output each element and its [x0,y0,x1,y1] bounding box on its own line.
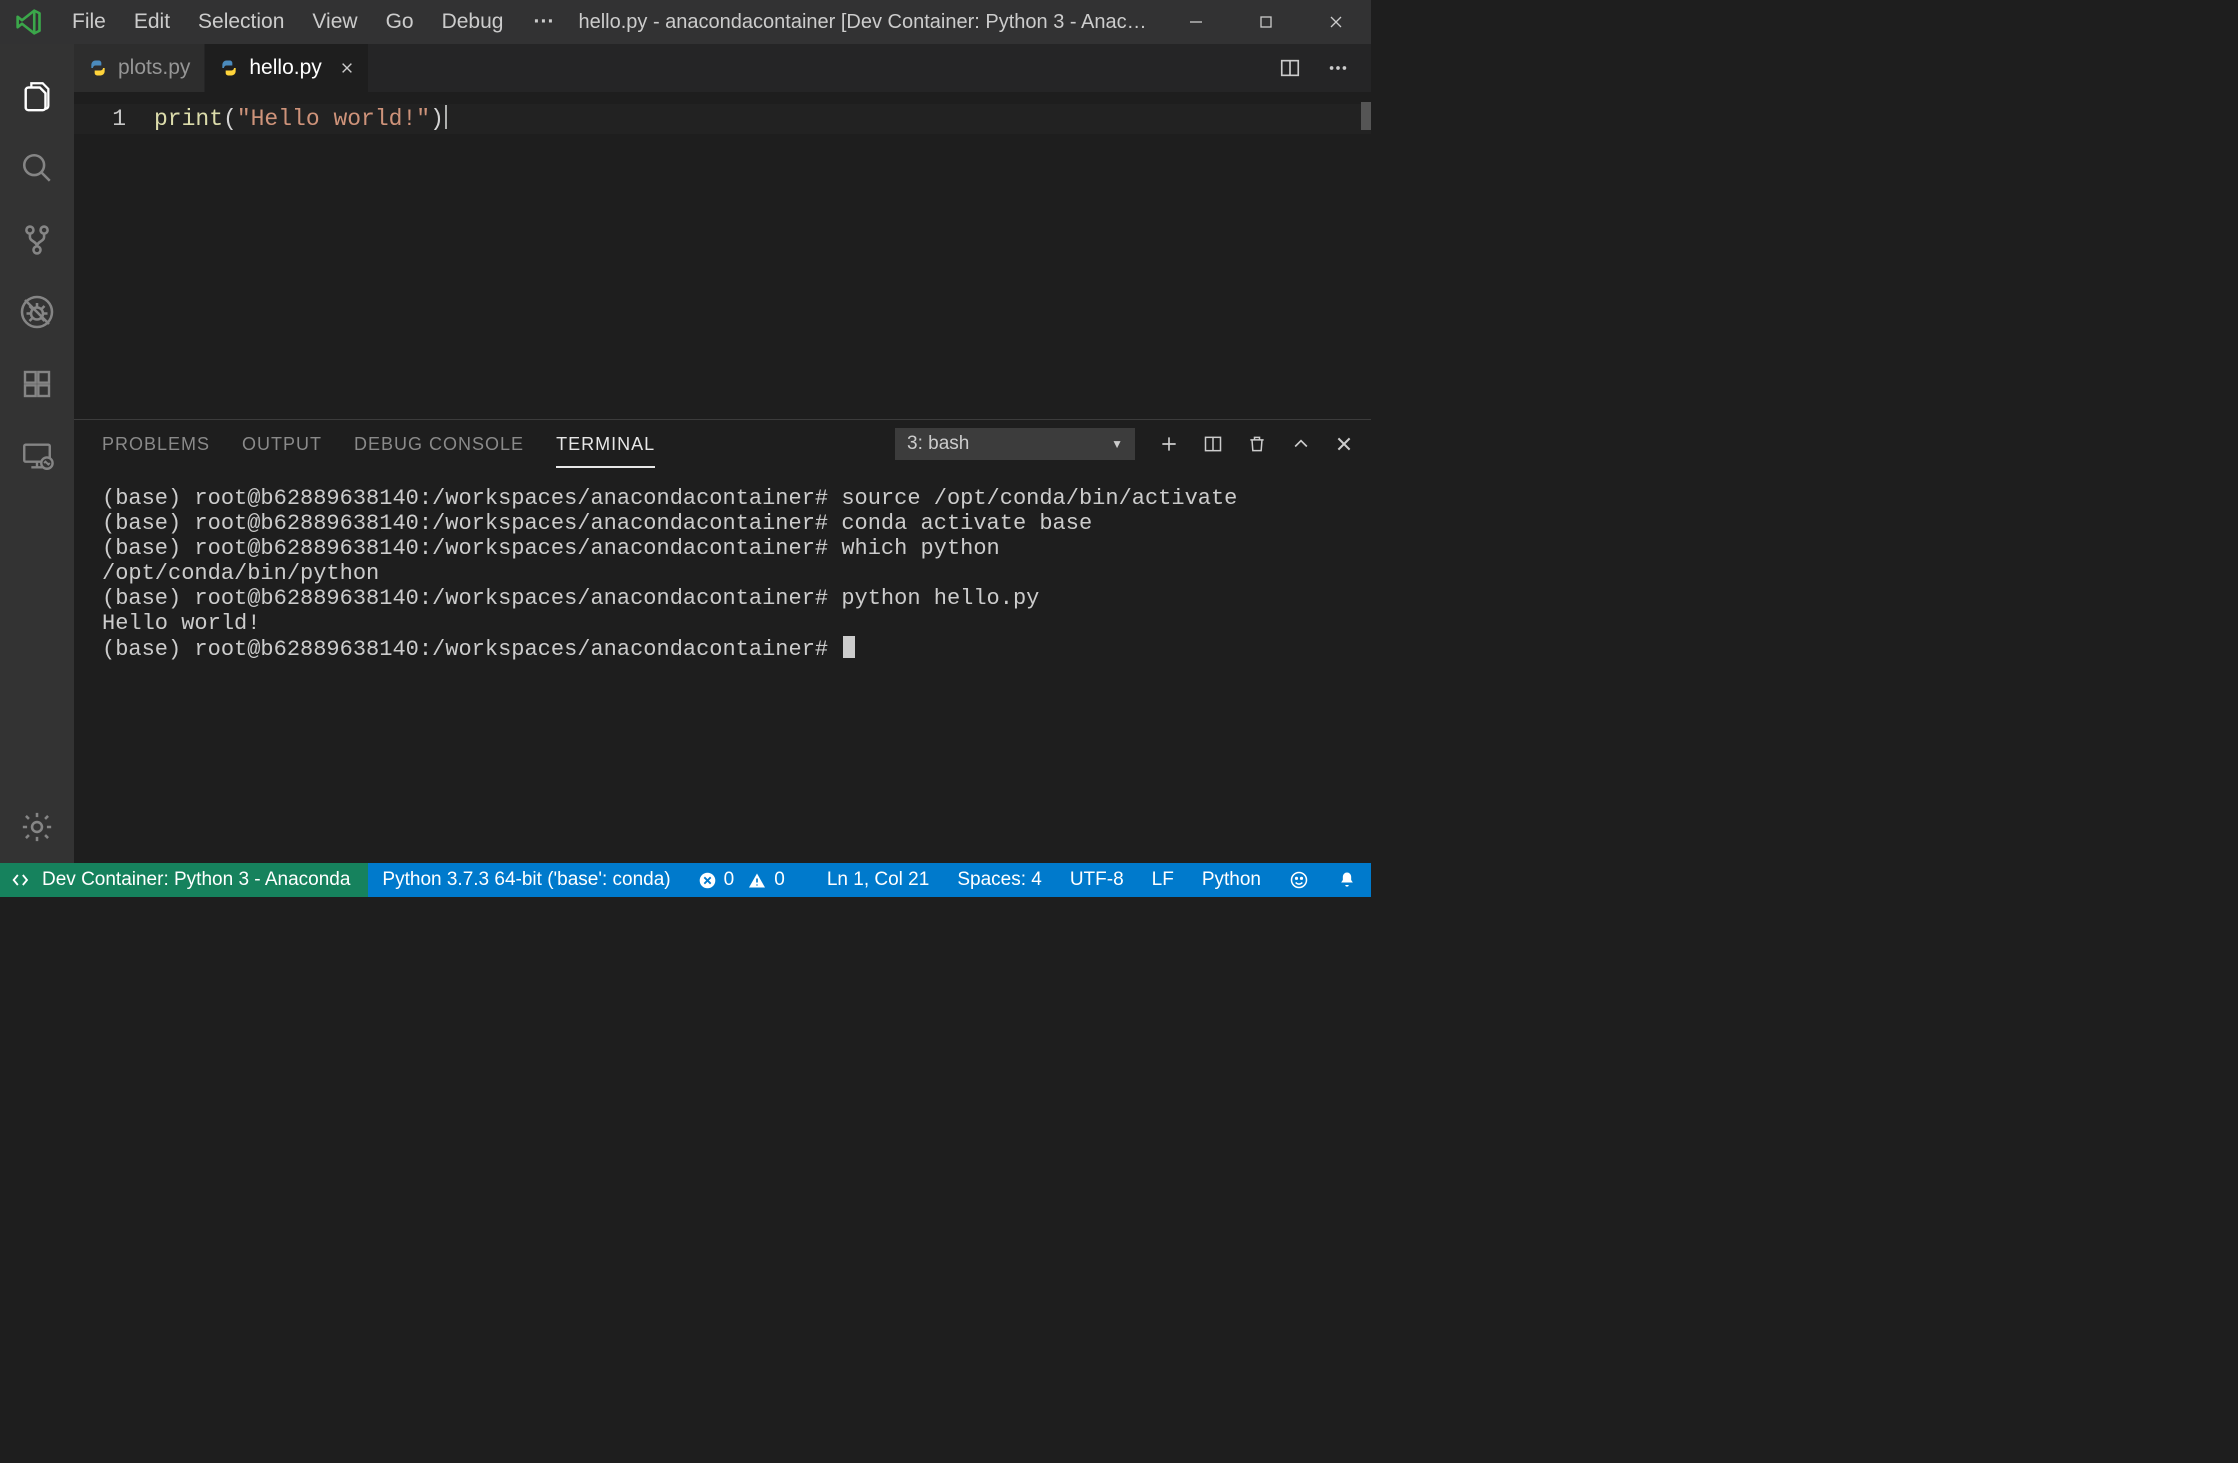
terminal-selector-label: 3: bash [907,433,969,455]
status-encoding[interactable]: UTF-8 [1056,863,1138,897]
terminal-line: (base) root@b62889638140:/workspaces/ana… [102,637,841,662]
python-file-icon [219,58,239,78]
maximize-panel-button[interactable] [1291,434,1311,454]
vscode-logo-icon [0,8,58,36]
title-bar: File Edit Selection View Go Debug ··· he… [0,0,1371,44]
close-panel-button[interactable] [1335,435,1353,453]
panel-tab-terminal[interactable]: TERMINAL [556,420,655,468]
code-content: print("Hello world!") [154,92,447,419]
editor-tabs: plots.py hello.py [74,44,1371,92]
panel-tab-problems[interactable]: PROBLEMS [102,420,210,468]
more-actions-button[interactable] [1327,57,1349,79]
status-notifications[interactable] [1323,863,1371,897]
tab-plots-py[interactable]: plots.py [74,44,205,92]
smiley-icon [1289,870,1309,890]
tab-label: plots.py [118,56,190,80]
menu-overflow[interactable]: ··· [517,10,570,34]
activity-explorer[interactable] [0,60,74,132]
window-minimize-button[interactable] [1161,0,1231,44]
status-feedback[interactable] [1275,863,1323,897]
menu-edit[interactable]: Edit [120,0,184,44]
main-area: plots.py hello.py [0,44,1371,863]
window-title: hello.py - anacondacontainer [Dev Contai… [570,11,1161,34]
code-editor[interactable]: 1 print("Hello world!") [74,92,1371,419]
status-language-mode[interactable]: Python [1188,863,1275,897]
remote-label: Dev Container: Python 3 - Anaconda [42,869,350,891]
bottom-panel: PROBLEMS OUTPUT DEBUG CONSOLE TERMINAL 3… [74,419,1371,863]
tab-label: hello.py [249,56,321,80]
status-python-interpreter[interactable]: Python 3.7.3 64-bit ('base': conda) [368,863,684,897]
python-file-icon [88,58,108,78]
window-close-button[interactable] [1301,0,1371,44]
status-eol[interactable]: LF [1138,863,1188,897]
terminal-cursor [843,636,855,658]
split-terminal-button[interactable] [1203,434,1223,454]
terminal-line: (base) root@b62889638140:/workspaces/ana… [102,586,1039,611]
tab-hello-py[interactable]: hello.py [205,44,368,92]
minimap-slider[interactable] [1361,102,1371,130]
warning-icon [748,872,766,889]
activity-bar [0,44,74,863]
activity-extensions[interactable] [0,348,74,420]
new-terminal-button[interactable] [1159,434,1179,454]
terminal-line: Hello world! [102,611,260,636]
menu-file[interactable]: File [58,0,120,44]
editor-group: plots.py hello.py [74,44,1371,863]
status-problems[interactable]: 0 0 [685,863,799,897]
panel-tab-debug-console[interactable]: DEBUG CONSOLE [354,420,524,468]
terminal-line: (base) root@b62889638140:/workspaces/ana… [102,536,1000,561]
status-bar: Dev Container: Python 3 - Anaconda Pytho… [0,863,1371,897]
window-controls [1161,0,1371,44]
remote-indicator[interactable]: Dev Container: Python 3 - Anaconda [0,863,368,897]
chevron-down-icon: ▼ [1111,437,1123,451]
bell-icon [1337,870,1357,890]
activity-settings[interactable] [0,791,74,863]
activity-remote-explorer[interactable] [0,420,74,492]
kill-terminal-button[interactable] [1247,434,1267,454]
terminal-line: (base) root@b62889638140:/workspaces/ana… [102,486,1237,511]
token-bracket-close: ) [430,106,444,132]
terminal[interactable]: (base) root@b62889638140:/workspaces/ana… [74,468,1371,863]
menu-view[interactable]: View [298,0,371,44]
split-editor-button[interactable] [1279,57,1301,79]
terminal-line: (base) root@b62889638140:/workspaces/ana… [102,511,1092,536]
terminal-line: /opt/conda/bin/python [102,561,379,586]
status-indentation[interactable]: Spaces: 4 [943,863,1056,897]
token-bracket-open: ( [223,106,237,132]
token-function: print [154,106,223,132]
menu-go[interactable]: Go [372,0,428,44]
status-cursor-position[interactable]: Ln 1, Col 21 [813,863,943,897]
token-string: "Hello world!" [237,106,430,132]
window-maximize-button[interactable] [1231,0,1301,44]
panel-tabs: PROBLEMS OUTPUT DEBUG CONSOLE TERMINAL 3… [74,420,1371,468]
warning-count: 0 [774,869,785,891]
menu-debug[interactable]: Debug [428,0,518,44]
editor-tab-actions [1257,44,1371,92]
error-count: 0 [724,869,735,891]
terminal-toolbar: 3: bash ▼ [895,428,1371,460]
error-icon [699,872,716,889]
menu-bar: File Edit Selection View Go Debug ··· [58,0,570,44]
remote-icon [12,872,32,888]
line-number: 1 [74,104,126,134]
tab-close-button[interactable] [340,61,354,75]
activity-debug[interactable] [0,276,74,348]
panel-tab-output[interactable]: OUTPUT [242,420,322,468]
activity-search[interactable] [0,132,74,204]
menu-selection[interactable]: Selection [184,0,298,44]
activity-source-control[interactable] [0,204,74,276]
editor-cursor [445,105,447,129]
terminal-selector[interactable]: 3: bash ▼ [895,428,1135,460]
line-number-gutter: 1 [74,92,154,419]
